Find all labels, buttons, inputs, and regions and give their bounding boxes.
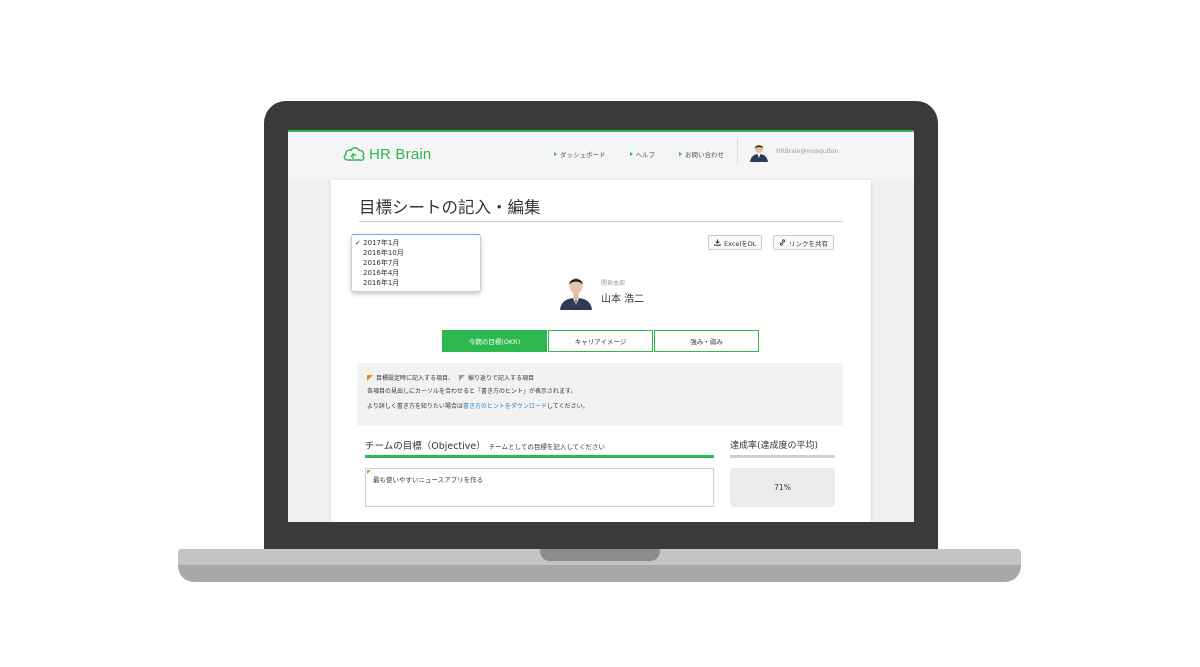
brand-logo[interactable]: HR Brain: [342, 145, 431, 163]
profile-section: 開発本部 山本 浩二: [559, 272, 644, 310]
download-icon: [714, 239, 721, 246]
caret-right-icon: [554, 152, 557, 156]
achievement-rate: 71%: [730, 468, 835, 507]
objective-title: チームの目標（Objective）: [365, 441, 486, 452]
period-option[interactable]: 2016年7月: [355, 258, 480, 268]
share-link-label: リンクを共有: [789, 239, 828, 248]
orange-flag-icon: [367, 375, 373, 381]
hint-line: 各項目の見出しにカーソルを合わせると「書き方のヒント」が表示されます。: [367, 388, 577, 395]
user-email: HRBrain@mosquiton: [776, 147, 839, 155]
objective-heading[interactable]: チームの目標（Objective） チームとしての目標を記入してください: [365, 438, 605, 452]
caret-right-icon: [679, 152, 682, 156]
period-option[interactable]: 2016年10月: [355, 248, 480, 258]
dropdown-focus-line: [352, 234, 480, 235]
goal-sheet-card: 目標シートの記入・編集 ✓ 2017年1月 2016年10月 2016年7月 2…: [331, 180, 871, 522]
excel-download-button[interactable]: ExcelをDL: [708, 235, 763, 250]
header-nav: ダッシュボード ヘルプ お問い合わせ: [554, 149, 724, 159]
period-option[interactable]: 2016年1月: [355, 278, 480, 288]
user-menu[interactable]: HRBrain@mosquiton: [748, 140, 838, 162]
more-prefix: より詳しく書き方を知りたい場合は: [367, 403, 463, 410]
profile-text: 開発本部 山本 浩二: [601, 272, 644, 305]
avatar: [560, 278, 592, 310]
laptop-notch: [540, 549, 660, 561]
legend-review-text: 振り返りで記入する項目: [467, 375, 534, 382]
instructions-box: 目標設定時に記入する項目、 振り返りで記入する項目 各項目の見出しにカーソルを合…: [357, 363, 843, 426]
laptop-screen: HR Brain ダッシュボード ヘルプ お問い合わせ HRBrain@mosq…: [288, 130, 914, 522]
objective-underline: [365, 455, 714, 458]
nav-label: ダッシュボード: [560, 151, 606, 159]
legend-set-text: 目標設定時に記入する項目、: [376, 375, 455, 382]
department: 開発本部: [601, 280, 626, 287]
tab-okr[interactable]: 今期の目標(OKR): [442, 330, 547, 352]
period-option-label: 2017年1月: [363, 239, 400, 247]
hint-download-link[interactable]: 書き方のヒントをダウンロード: [463, 403, 547, 410]
more-line: より詳しく書き方を知りたい場合は書き方のヒントをダウンロードしてください。: [367, 400, 833, 413]
tab-strengths-weaknesses[interactable]: 強み・弱み: [654, 330, 759, 352]
brain-cloud-icon: [343, 147, 365, 161]
nav-contact[interactable]: お問い合わせ: [679, 149, 724, 159]
brand-name: HR Brain: [369, 145, 432, 163]
orange-flag-icon: [367, 470, 371, 474]
excel-download-label: ExcelをDL: [724, 239, 757, 248]
more-suffix: してください。: [546, 403, 589, 410]
legend-line: 目標設定時に記入する項目、 振り返りで記入する項目: [367, 372, 833, 385]
nav-help[interactable]: ヘルプ: [629, 149, 656, 159]
nav-label: ヘルプ: [635, 151, 656, 159]
share-link-button[interactable]: リンクを共有: [773, 235, 834, 250]
check-icon: ✓: [355, 239, 361, 247]
employee-name: 山本 浩二: [601, 294, 645, 305]
link-icon: [779, 239, 786, 246]
period-option[interactable]: 2016年4月: [355, 268, 480, 278]
period-option-selected[interactable]: ✓ 2017年1月: [355, 238, 480, 248]
nav-label: お問い合わせ: [685, 151, 724, 159]
avatar: [748, 140, 770, 162]
objective-value: 最も使いやすいニュースアプリを作る: [373, 476, 484, 484]
laptop-mockup: HR Brain ダッシュボード ヘルプ お問い合わせ HRBrain@mosq…: [0, 0, 1200, 667]
sheet-tabs: 今期の目標(OKR) キャリアイメージ 強み・弱み: [442, 330, 759, 352]
app-header: HR Brain ダッシュボード ヘルプ お問い合わせ HRBrain@mosq…: [288, 132, 914, 180]
achievement-underline: [730, 455, 835, 458]
title-divider: [359, 221, 843, 222]
nav-divider: [737, 138, 738, 164]
period-dropdown[interactable]: ✓ 2017年1月 2016年10月 2016年7月 2016年4月 2016年…: [351, 234, 481, 292]
caret-right-icon: [629, 152, 633, 156]
achievement-heading: 達成率(達成度の平均): [730, 441, 819, 451]
objective-field[interactable]: 最も使いやすいニュースアプリを作る: [365, 468, 714, 507]
tab-career-image[interactable]: キャリアイメージ: [548, 330, 653, 352]
page-title: 目標シートの記入・編集: [359, 198, 541, 217]
objective-subtitle: チームとしての目標を記入してください: [488, 443, 605, 451]
gray-flag-icon: [458, 375, 465, 381]
nav-dashboard[interactable]: ダッシュボード: [554, 149, 606, 159]
